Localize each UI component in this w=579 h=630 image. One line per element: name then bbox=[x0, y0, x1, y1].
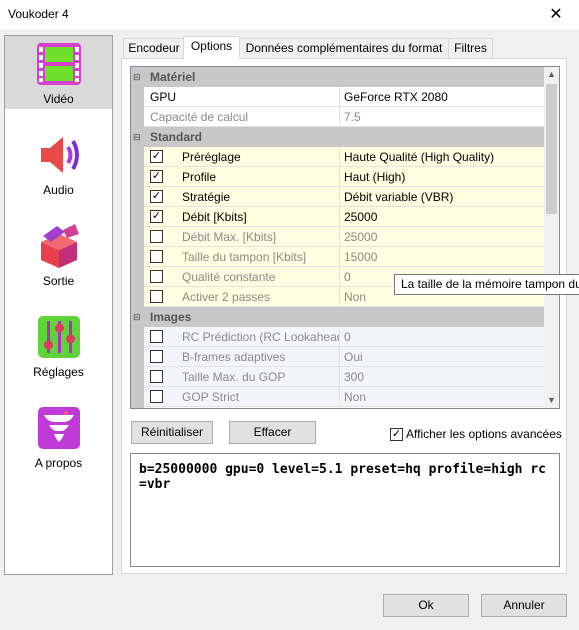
property-checkbox[interactable]: ✓ bbox=[150, 210, 163, 223]
sidebar-item-label: A propos bbox=[34, 456, 83, 470]
cancel-button[interactable]: Annuler bbox=[481, 594, 567, 617]
grid-scrollbar[interactable]: ▲ ▼ bbox=[544, 67, 559, 408]
property-checkbox[interactable]: ✓ bbox=[150, 190, 163, 203]
property-name: GPU bbox=[144, 87, 340, 107]
property-checkbox[interactable]: ✓ bbox=[150, 170, 163, 183]
video-film-icon bbox=[37, 43, 81, 85]
property-name: Taille Max. du GOP bbox=[144, 367, 340, 387]
advanced-label: Afficher les options avancées bbox=[406, 427, 562, 441]
category-header[interactable]: ⊟ Matériel bbox=[131, 67, 545, 87]
grid-category-row[interactable]: ⊟ Matériel bbox=[131, 67, 545, 87]
grid-category-row[interactable]: ⊟ Standard bbox=[131, 127, 545, 147]
property-value[interactable]: Haute Qualité (High Quality) bbox=[340, 147, 545, 167]
property-grid[interactable]: ⊟ Matériel GPU GeForce RTX 2080 Capacité de … bbox=[130, 66, 560, 409]
sidebar-item-output[interactable]: Sortie bbox=[5, 218, 112, 291]
grid-property-row[interactable]: Préréglage Haute Qualité (High Quality) ✓ bbox=[131, 147, 545, 167]
property-value[interactable]: Haut (High) bbox=[340, 167, 545, 187]
property-value[interactable]: 300 bbox=[340, 367, 545, 387]
property-value[interactable]: Non bbox=[340, 387, 545, 407]
grid-property-row[interactable]: Débit Max. [Kbits] 25000 bbox=[131, 227, 545, 247]
category-header[interactable]: ⊟ Standard bbox=[131, 127, 545, 147]
property-name: Stratégie bbox=[144, 187, 340, 207]
sliders-icon bbox=[38, 316, 80, 358]
grid-property-row[interactable]: Profile Haut (High) ✓ bbox=[131, 167, 545, 187]
options-panel: ⊟ Matériel GPU GeForce RTX 2080 Capacité de … bbox=[121, 58, 567, 574]
property-value[interactable]: Oui bbox=[340, 347, 545, 367]
tab-donnees-format[interactable]: Données complémentaires du format bbox=[239, 38, 449, 58]
about-tornado-icon bbox=[38, 407, 80, 449]
category-label: Standard bbox=[150, 130, 203, 144]
category-label: Images bbox=[150, 310, 192, 324]
grid-property-row[interactable]: GOP Strict Non bbox=[131, 387, 545, 407]
sidebar-item-label: Sortie bbox=[42, 274, 75, 288]
tooltip: La taille de la mémoire tampon du bbox=[394, 274, 579, 295]
grid-category-row[interactable]: ⊟ Images bbox=[131, 307, 545, 327]
tab-encodeur[interactable]: Encodeur bbox=[123, 38, 185, 58]
tab-filtres[interactable]: Filtres bbox=[448, 38, 493, 58]
sidebar-item-settings[interactable]: Réglages bbox=[5, 309, 112, 382]
window-title: Voukoder 4 bbox=[8, 7, 69, 21]
category-label: Matériel bbox=[150, 70, 196, 84]
property-checkbox[interactable] bbox=[150, 290, 163, 303]
sidebar-item-label: Réglages bbox=[33, 365, 84, 379]
property-value[interactable]: 7.5 bbox=[340, 107, 545, 127]
property-value[interactable]: 0 bbox=[340, 327, 545, 347]
collapse-icon[interactable]: ⊟ bbox=[133, 127, 141, 147]
sidebar-item-label: Vidéo bbox=[43, 92, 74, 106]
close-icon[interactable]: ✕ bbox=[533, 0, 579, 30]
property-name: Débit Max. [Kbits] bbox=[144, 227, 340, 247]
collapse-icon[interactable]: ⊟ bbox=[133, 67, 141, 87]
sidebar-item-about[interactable]: A propos bbox=[5, 400, 112, 473]
tab-options[interactable]: Options bbox=[183, 36, 240, 59]
reset-button[interactable]: Réinitialiser bbox=[131, 421, 213, 444]
ok-button[interactable]: Ok bbox=[383, 594, 469, 617]
scroll-thumb[interactable] bbox=[546, 84, 557, 214]
property-checkbox[interactable] bbox=[150, 370, 163, 383]
grid-property-row[interactable]: RC Prédiction (RC Lookahead) 0 bbox=[131, 327, 545, 347]
property-name: Taille du tampon [Kbits] bbox=[144, 247, 340, 267]
property-name: Qualité constante bbox=[144, 267, 340, 287]
property-checkbox[interactable] bbox=[150, 330, 163, 343]
sidebar-item-video[interactable]: Vidéo bbox=[5, 36, 112, 109]
property-name: Activer 2 passes bbox=[144, 287, 340, 307]
grid-property-row[interactable]: Stratégie Débit variable (VBR) ✓ bbox=[131, 187, 545, 207]
speaker-icon bbox=[41, 137, 79, 173]
property-name: Débit [Kbits] bbox=[144, 207, 340, 227]
property-name: Préréglage bbox=[144, 147, 340, 167]
grid-property-row[interactable]: Capacité de calcul 7.5 bbox=[131, 107, 545, 127]
property-value[interactable]: Débit variable (VBR) bbox=[340, 187, 545, 207]
category-header[interactable]: ⊟ Images bbox=[131, 307, 545, 327]
advanced-checkbox[interactable]: ✓ bbox=[390, 428, 403, 441]
clear-button[interactable]: Effacer bbox=[229, 421, 316, 444]
grid-property-row[interactable]: B-frames adaptives Oui bbox=[131, 347, 545, 367]
command-line-output[interactable]: b=25000000 gpu=0 level=5.1 preset=hq pro… bbox=[130, 453, 560, 567]
grid-property-row[interactable]: GPU GeForce RTX 2080 bbox=[131, 87, 545, 107]
collapse-icon[interactable]: ⊟ bbox=[133, 307, 141, 327]
title-bar: Voukoder 4 ✕ bbox=[0, 0, 579, 30]
sidebar: Vidéo Audio Sortie Réglages A propos bbox=[4, 35, 113, 575]
property-name: Profile bbox=[144, 167, 340, 187]
property-name: RC Prédiction (RC Lookahead) bbox=[144, 327, 340, 347]
scroll-up-icon[interactable]: ▲ bbox=[544, 67, 559, 82]
grid-property-row[interactable]: Taille du tampon [Kbits] 15000 bbox=[131, 247, 545, 267]
grid-property-row[interactable]: Débit [Kbits] 25000 ✓ bbox=[131, 207, 545, 227]
property-value[interactable]: GeForce RTX 2080 bbox=[340, 87, 545, 107]
property-value[interactable]: 25000 bbox=[340, 227, 545, 247]
output-box-icon bbox=[41, 224, 79, 268]
property-checkbox[interactable] bbox=[150, 350, 163, 363]
grid-property-row[interactable]: Taille Max. du GOP 300 bbox=[131, 367, 545, 387]
property-checkbox[interactable] bbox=[150, 230, 163, 243]
property-checkbox[interactable]: ✓ bbox=[150, 150, 163, 163]
sidebar-item-label: Audio bbox=[43, 183, 74, 197]
property-checkbox[interactable] bbox=[150, 270, 163, 283]
property-value[interactable]: 15000 bbox=[340, 247, 545, 267]
sidebar-item-audio[interactable]: Audio bbox=[5, 127, 112, 200]
property-name: Capacité de calcul bbox=[144, 107, 340, 127]
property-name: GOP Strict bbox=[144, 387, 340, 407]
property-checkbox[interactable] bbox=[150, 250, 163, 263]
property-value[interactable]: 25000 bbox=[340, 207, 545, 227]
property-checkbox[interactable] bbox=[150, 390, 163, 403]
property-name: B-frames adaptives bbox=[144, 347, 340, 367]
scroll-down-icon[interactable]: ▼ bbox=[544, 393, 559, 408]
